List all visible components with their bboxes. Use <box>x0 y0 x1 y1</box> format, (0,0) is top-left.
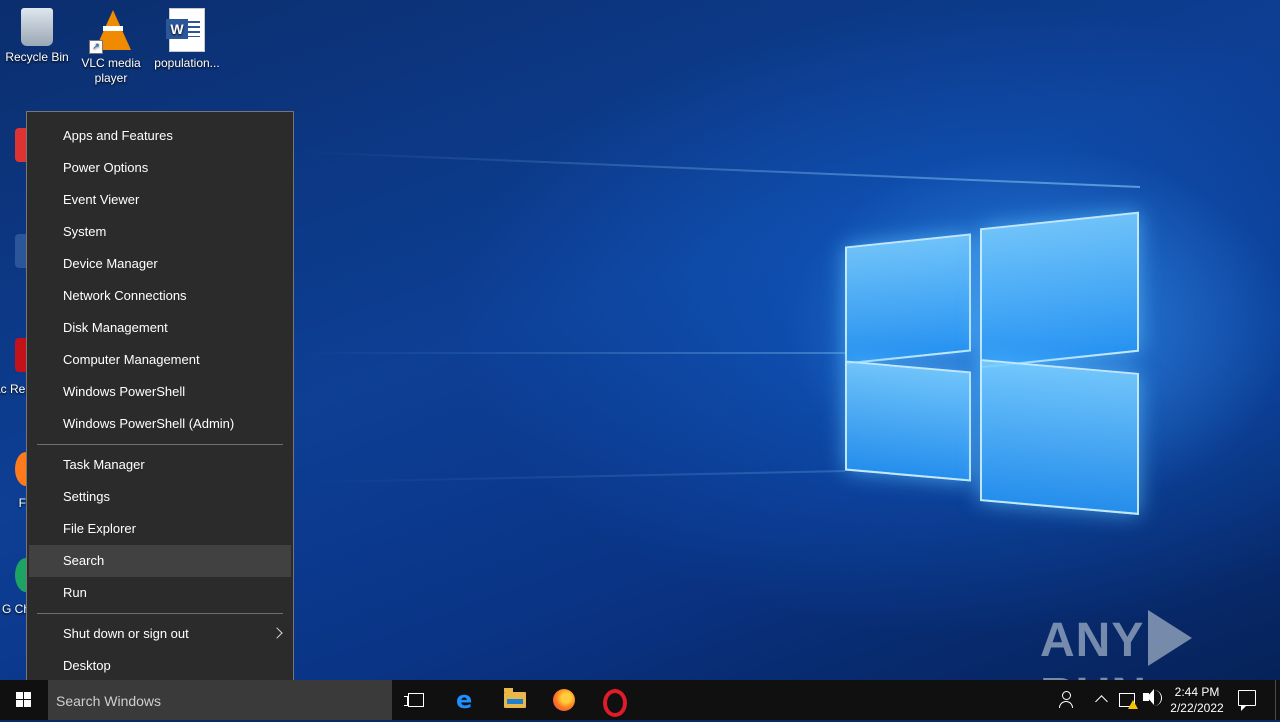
light-beam <box>300 470 846 484</box>
taskbar-edge-button[interactable]: e <box>444 680 492 720</box>
recycle-bin-icon <box>21 8 53 46</box>
anyrun-watermark: ANYRUN <box>1040 610 1280 680</box>
action-center-icon[interactable] <box>1238 690 1256 711</box>
menu-item-task-manager[interactable]: Task Manager <box>29 449 291 481</box>
windows-logo-pane <box>845 233 971 365</box>
vlc-icon: ↗ <box>89 8 131 54</box>
taskbar-clock[interactable]: 2:44 PM 2/22/2022 <box>1162 684 1232 716</box>
task-view-button[interactable] <box>392 680 440 720</box>
light-beam <box>300 150 1141 188</box>
menu-item-desktop[interactable]: Desktop <box>29 650 291 682</box>
menu-item-run[interactable]: Run <box>29 577 291 609</box>
menu-item-power-options[interactable]: Power Options <box>29 152 291 184</box>
play-icon <box>1148 610 1193 666</box>
clock-date: 2/22/2022 <box>1170 701 1224 715</box>
menu-item-network-connections[interactable]: Network Connections <box>29 280 291 312</box>
menu-item-windows-powershell[interactable]: Windows PowerShell <box>29 376 291 408</box>
show-desktop-button[interactable] <box>1275 680 1280 720</box>
windows-logo-pane <box>980 359 1139 515</box>
taskbar: e 2:44 PM 2/22/2022 <box>0 680 1280 722</box>
menu-item-system[interactable]: System <box>29 216 291 248</box>
windows-logo-pane <box>980 211 1139 369</box>
menu-item-settings[interactable]: Settings <box>29 481 291 513</box>
desktop-icon-label: VLC media player <box>81 56 141 85</box>
winx-context-menu: Apps and Features Power Options Event Vi… <box>26 111 294 689</box>
menu-item-device-manager[interactable]: Device Manager <box>29 248 291 280</box>
people-icon[interactable] <box>1059 691 1073 709</box>
desktop-icon-recycle-bin[interactable]: Recycle Bin <box>0 0 74 65</box>
menu-item-search[interactable]: Search <box>29 545 291 577</box>
desktop-icon-label: population... <box>154 56 220 70</box>
taskbar-search-input[interactable] <box>48 680 378 722</box>
volume-waves <box>1153 690 1162 706</box>
desktop-icon-label: Recycle Bin <box>5 50 69 64</box>
menu-item-label: Shut down or sign out <box>63 626 189 641</box>
menu-separator <box>37 444 283 445</box>
desktop-icon-label: F <box>18 496 26 510</box>
clock-time: 2:44 PM <box>1174 685 1220 699</box>
light-beam <box>300 352 845 354</box>
desktop-icon-population-doc[interactable]: W population... <box>150 0 224 71</box>
network-warning-icon <box>1128 700 1138 709</box>
windows-logo-pane <box>845 360 971 482</box>
menu-item-shut-down-or-sign-out[interactable]: Shut down or sign out <box>29 618 291 650</box>
menu-item-apps-and-features[interactable]: Apps and Features <box>29 120 291 152</box>
show-hidden-icons-chevron-icon[interactable] <box>1095 695 1108 708</box>
file-explorer-icon <box>504 688 526 708</box>
chevron-right-icon <box>271 627 283 639</box>
taskbar-firefox-button[interactable] <box>540 680 588 720</box>
edge-icon: e <box>456 686 473 714</box>
taskbar-file-explorer-button[interactable] <box>492 680 540 720</box>
menu-item-disk-management[interactable]: Disk Management <box>29 312 291 344</box>
menu-item-computer-management[interactable]: Computer Management <box>29 344 291 376</box>
taskbar-opera-button[interactable] <box>590 680 638 720</box>
menu-item-event-viewer[interactable]: Event Viewer <box>29 184 291 216</box>
menu-item-file-explorer[interactable]: File Explorer <box>29 513 291 545</box>
desktop-icon-vlc[interactable]: ↗ VLC media player <box>74 0 148 86</box>
word-document-icon: W <box>166 8 205 52</box>
menu-item-windows-powershell-admin[interactable]: Windows PowerShell (Admin) <box>29 408 291 440</box>
volume-icon[interactable] <box>1143 689 1154 705</box>
menu-separator <box>37 613 283 614</box>
start-button[interactable] <box>0 680 48 720</box>
task-view-icon <box>404 693 424 707</box>
taskbar-search-box[interactable] <box>48 680 392 722</box>
opera-icon <box>603 689 627 717</box>
firefox-icon <box>553 689 575 711</box>
